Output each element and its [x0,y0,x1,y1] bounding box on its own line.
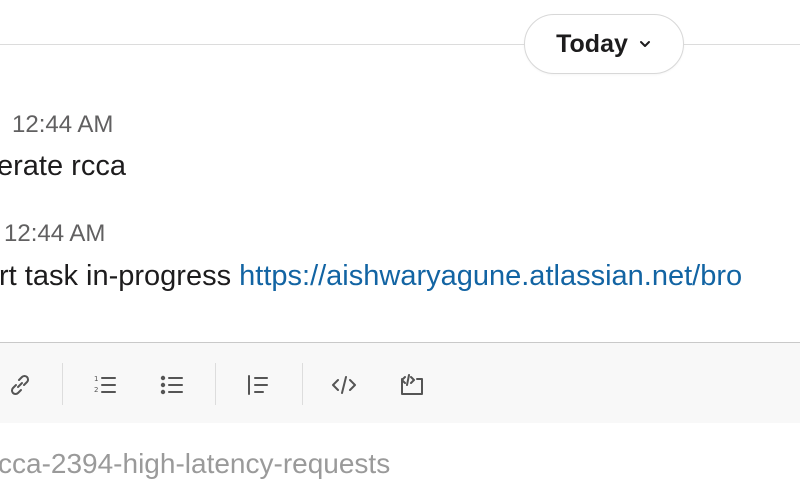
toolbar-separator [62,363,63,405]
composer-input[interactable]: cca-2394-high-latency-requests [0,448,390,480]
chevron-down-icon [638,37,652,51]
message-pane: Today 12:44 AM erate rcca 12:44 AM rt ta… [0,0,800,500]
toolbar-separator [215,363,216,405]
svg-text:1: 1 [94,375,98,383]
message-timestamp[interactable]: 12:44 AM [4,220,105,248]
link-icon[interactable] [2,365,38,405]
date-label: Today [556,29,628,58]
code-block-icon[interactable] [394,365,430,405]
svg-text:2: 2 [94,386,98,394]
message-link[interactable]: https://aishwaryagune.atlassian.net/bro [239,260,742,292]
message-body: rt task in-progress [0,260,240,292]
code-icon[interactable] [326,365,362,405]
message-text: rt task in-progress https://aishwaryagun… [0,260,742,293]
toolbar-separator [302,363,303,405]
blockquote-icon[interactable] [240,365,276,405]
bulleted-list-icon[interactable] [154,365,190,405]
date-jump-button[interactable]: Today [524,14,684,74]
message-timestamp[interactable]: 12:44 AM [12,111,113,139]
ordered-list-icon[interactable]: 1 2 [87,365,123,405]
message-text: erate rcca [0,150,126,182]
